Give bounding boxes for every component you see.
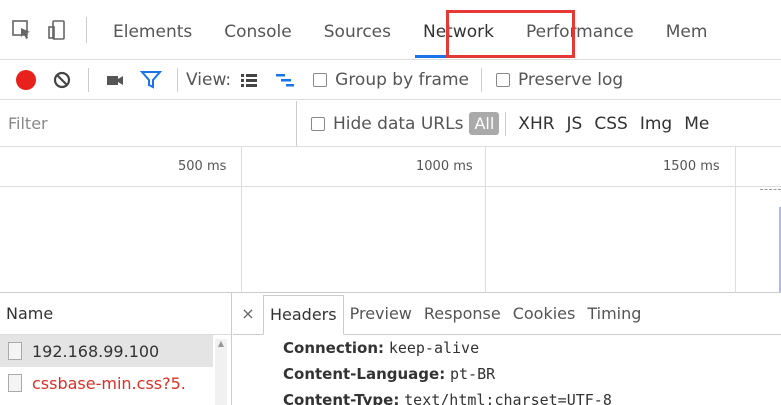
tab-elements[interactable]: Elements <box>97 0 208 59</box>
gridline <box>735 147 736 293</box>
toolbar-divider <box>505 111 507 136</box>
request-name: 192.168.99.100 <box>32 341 160 361</box>
request-row[interactable]: 192.168.99.100 <box>0 335 213 367</box>
tab-timing[interactable]: Timing <box>581 294 647 334</box>
tab-cookies[interactable]: Cookies <box>507 294 582 334</box>
preserve-log-label: Preserve log <box>517 69 624 90</box>
tick-label-1500: 1500 ms <box>663 159 720 174</box>
request-list-scrollbar[interactable]: ▲ <box>215 339 227 405</box>
gridline <box>241 147 242 293</box>
hide-data-urls-label: Hide data URLs <box>333 113 464 134</box>
waterfall-icon <box>276 73 295 86</box>
tab-memory[interactable]: Mem <box>650 0 724 59</box>
filter-css-button[interactable]: CSS <box>594 114 627 134</box>
timeline-overview[interactable]: 500 ms 1000 ms 1500 ms <box>0 147 781 293</box>
network-toolbar: View: Group by frame Preserve log <box>0 60 781 100</box>
header-value: keep-alive <box>388 339 480 357</box>
toolbar-divider <box>480 67 482 92</box>
timeline-marker <box>760 189 781 190</box>
name-column-header[interactable]: Name <box>0 293 231 335</box>
waterfall-overview-button[interactable] <box>267 60 303 99</box>
record-button[interactable] <box>8 60 44 99</box>
header-key: Content-Language: <box>283 365 446 383</box>
header-key: Connection: <box>283 339 385 357</box>
devtools-tab-bar: Elements Console Sources Network Perform… <box>0 0 781 60</box>
response-header-row: Content-Language: pt-BR <box>233 361 781 387</box>
request-list: Name 192.168.99.100 cssbase-min.css?5. ▲ <box>0 293 232 405</box>
request-name: cssbase-min.css?5. <box>32 373 186 393</box>
large-rows-button[interactable] <box>231 60 267 99</box>
device-toolbar-icon[interactable] <box>40 10 76 50</box>
scroll-up-arrow-icon[interactable]: ▲ <box>215 339 227 348</box>
filter-all-button[interactable]: All <box>469 112 500 135</box>
request-details: × Headers Preview Response Cookies Timin… <box>233 293 781 405</box>
filter-bar: Filter Hide data URLs All XHR JS CSS Img… <box>0 101 781 147</box>
tab-network[interactable]: Network <box>407 0 510 59</box>
header-value: pt-BR <box>450 365 496 383</box>
preserve-log-checkbox[interactable] <box>495 72 510 87</box>
gridline <box>485 147 486 293</box>
filter-img-button[interactable]: Img <box>640 114 672 134</box>
toolbar-divider <box>86 16 87 43</box>
close-details-button[interactable]: × <box>233 293 263 335</box>
tick-label-500: 500 ms <box>178 159 227 174</box>
header-key: Content-Type: <box>283 391 400 405</box>
tab-sources[interactable]: Sources <box>308 0 407 59</box>
tab-preview[interactable]: Preview <box>344 294 418 334</box>
request-row[interactable]: cssbase-min.css?5. <box>0 367 231 399</box>
tab-console[interactable]: Console <box>208 0 308 59</box>
response-header-row: Content-Type: text/html;charset=UTF-8 <box>233 387 781 405</box>
tab-performance[interactable]: Performance <box>510 0 650 59</box>
document-icon <box>8 342 22 360</box>
tab-response[interactable]: Response <box>418 294 507 334</box>
inspect-element-icon[interactable] <box>4 10 40 50</box>
clear-button[interactable] <box>44 60 80 99</box>
document-icon <box>8 374 22 392</box>
header-value: text/html;charset=UTF-8 <box>404 391 612 405</box>
filter-xhr-button[interactable]: XHR <box>518 114 554 134</box>
capture-screenshots-button[interactable] <box>97 60 133 99</box>
video-camera-icon <box>107 75 123 85</box>
group-by-frame-label: Group by frame <box>335 69 469 90</box>
filter-media-button[interactable]: Me <box>684 114 709 134</box>
group-by-frame-checkbox[interactable] <box>313 72 328 87</box>
funnel-icon <box>140 70 162 89</box>
filter-button[interactable] <box>133 60 169 99</box>
toolbar-divider <box>88 67 89 92</box>
tab-headers[interactable]: Headers <box>263 295 344 335</box>
filter-js-button[interactable]: JS <box>567 114 583 134</box>
hide-data-urls-checkbox[interactable] <box>311 116 325 131</box>
filter-input[interactable]: Filter <box>0 101 297 146</box>
tick-label-1000: 1000 ms <box>416 159 473 174</box>
record-icon <box>16 69 36 90</box>
clear-icon <box>53 71 71 88</box>
details-tab-bar: × Headers Preview Response Cookies Timin… <box>233 293 781 335</box>
response-header-row: Connection: keep-alive <box>233 335 781 361</box>
view-label: View: <box>186 69 232 90</box>
list-view-icon <box>241 73 258 87</box>
toolbar-divider <box>177 67 178 92</box>
